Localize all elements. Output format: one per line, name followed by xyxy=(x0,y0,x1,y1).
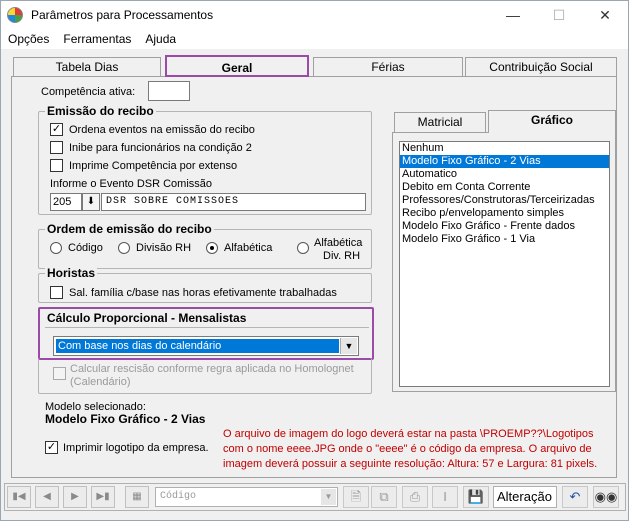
list-item[interactable]: Modelo Fixo Gráfico - Frente dados xyxy=(400,220,609,233)
inibe-checkbox[interactable] xyxy=(50,141,63,154)
list-item[interactable]: Professores/Construtoras/Terceirizadas xyxy=(400,194,609,207)
last-record-icon[interactable]: ▶▮ xyxy=(91,486,115,508)
bottom-toolbar: ▮◀ ◀ ▶ ▶▮ ▦ Código ▼ 🗎 ⧉ ⎙ I 💾 Alteração… xyxy=(4,483,626,511)
ordena-checkbox[interactable]: ✓ xyxy=(50,123,63,136)
radio-divisao-label: Divisão RH xyxy=(136,242,192,254)
save-icon[interactable]: 💾 xyxy=(463,486,489,508)
radio-alfabetica-div-label-2: Div. RH xyxy=(323,250,361,262)
lookup-icon[interactable]: ⬇ xyxy=(82,193,100,211)
chevron-down-icon[interactable]: ▼ xyxy=(321,489,336,505)
new-document-icon[interactable]: 🗎 xyxy=(343,486,369,508)
rescisao-label-2: (Calendário) xyxy=(70,376,131,388)
radio-codigo-label: Código xyxy=(68,242,103,254)
binoculars-icon[interactable]: ◉◉ xyxy=(593,486,619,508)
modelo-listbox[interactable]: Nenhum Modelo Fixo Gráfico - 2 Vias Auto… xyxy=(399,141,610,387)
codigo-select[interactable]: Código ▼ xyxy=(155,487,338,507)
competencia-input[interactable] xyxy=(148,81,190,101)
list-item[interactable]: Modelo Fixo Gráfico - 1 Via xyxy=(400,233,609,246)
next-record-icon[interactable]: ▶ xyxy=(63,486,87,508)
list-item[interactable]: Debito em Conta Corrente xyxy=(400,181,609,194)
imprimir-logo-label: Imprimir logotipo da empresa. xyxy=(63,442,209,454)
inibe-label: Inibe para funcionários na condição 2 xyxy=(69,142,252,154)
undo-icon[interactable]: ↶ xyxy=(562,486,588,508)
tab-strip: Tabela Dias Geral Férias Contribuição So… xyxy=(11,55,617,77)
codigo-placeholder: Código xyxy=(160,491,197,502)
imprime-label: Imprime Competência por extenso xyxy=(69,160,238,172)
imprime-checkbox[interactable] xyxy=(50,159,63,172)
chevron-down-icon[interactable]: ▼ xyxy=(340,338,357,354)
edit-icon[interactable]: I xyxy=(432,486,458,508)
calculo-title: Cálculo Proporcional - Mensalistas xyxy=(47,311,247,325)
radio-alfabetica-div-label-1: Alfabética xyxy=(314,237,363,249)
tab-matricial[interactable]: Matricial xyxy=(394,112,486,133)
emissao-title: Emissão do recibo xyxy=(45,104,156,118)
sal-familia-label: Sal. família c/base nas horas efetivamen… xyxy=(69,287,337,299)
radio-codigo[interactable] xyxy=(50,242,62,254)
ordena-label: Ordena eventos na emissão do recibo xyxy=(69,124,255,136)
radio-alfabetica-label: Alfabética xyxy=(224,242,273,254)
window-title: Parâmetros para Processamentos xyxy=(31,8,214,22)
list-item[interactable]: Nenhum xyxy=(400,142,609,155)
calculo-select-value: Com base nos dias do calendário xyxy=(56,339,339,353)
menu-bar: Opções Ferramentas Ajuda xyxy=(1,29,628,49)
print-icon[interactable]: ⎙ xyxy=(402,486,428,508)
previous-record-icon[interactable]: ◀ xyxy=(35,486,59,508)
rescisao-checkbox[interactable] xyxy=(53,367,66,380)
close-icon[interactable]: ✕ xyxy=(582,1,628,29)
tab-tabela-dias[interactable]: Tabela Dias xyxy=(13,57,161,77)
rescisao-label-1: Calcular rescisão conforme regra aplicad… xyxy=(70,363,354,375)
menu-ferramentas[interactable]: Ferramentas xyxy=(56,32,138,46)
calculo-select[interactable]: Com base nos dias do calendário ▼ xyxy=(53,336,359,356)
ordem-title: Ordem de emissão do recibo xyxy=(45,222,214,236)
list-item-selected[interactable]: Modelo Fixo Gráfico - 2 Vias xyxy=(400,155,609,168)
tab-grafico[interactable]: Gráfico xyxy=(488,110,616,133)
copy-icon[interactable]: ⧉ xyxy=(371,486,397,508)
logo-note: O arquivo de imagem do logo deverá estar… xyxy=(223,428,598,470)
dsr-label: Informe o Evento DSR Comissão xyxy=(50,178,213,190)
radio-alfabetica-div[interactable] xyxy=(297,242,309,254)
subtab-strip: Matricial Gráfico xyxy=(392,110,616,133)
first-record-icon[interactable]: ▮◀ xyxy=(7,486,31,508)
competencia-label: Competência ativa: xyxy=(41,86,136,98)
grafico-panel: Nenhum Modelo Fixo Gráfico - 2 Vias Auto… xyxy=(392,132,616,392)
tab-ferias[interactable]: Férias xyxy=(313,57,463,77)
app-icon xyxy=(7,7,23,23)
minimize-icon[interactable]: — xyxy=(490,1,536,29)
imprimir-logo-checkbox[interactable]: ✓ xyxy=(45,441,58,454)
dsr-description: DSR SOBRE COMISSOES xyxy=(101,193,366,211)
menu-ajuda[interactable]: Ajuda xyxy=(138,32,183,46)
mode-indicator: Alteração xyxy=(493,486,557,508)
tab-geral[interactable]: Geral xyxy=(165,55,309,77)
horistas-title: Horistas xyxy=(45,266,98,280)
sal-familia-checkbox[interactable] xyxy=(50,286,63,299)
radio-divisao-rh[interactable] xyxy=(118,242,130,254)
options-icon[interactable]: ▦ xyxy=(125,486,149,508)
modelo-value: Modelo Fixo Gráfico - 2 Vias xyxy=(45,412,206,426)
tab-contribuicao-social[interactable]: Contribuição Social xyxy=(465,57,617,77)
radio-alfabetica[interactable] xyxy=(206,242,218,254)
menu-opcoes[interactable]: Opções xyxy=(1,32,56,46)
dsr-code-input[interactable]: 205 xyxy=(50,193,82,211)
list-item[interactable]: Automatico xyxy=(400,168,609,181)
calculo-divider xyxy=(45,327,369,328)
title-bar: Parâmetros para Processamentos — ☐ ✕ xyxy=(1,1,628,29)
maximize-icon[interactable]: ☐ xyxy=(536,1,582,29)
main-window: Parâmetros para Processamentos — ☐ ✕ Opç… xyxy=(0,0,629,521)
list-item[interactable]: Recibo p/envelopamento simples xyxy=(400,207,609,220)
